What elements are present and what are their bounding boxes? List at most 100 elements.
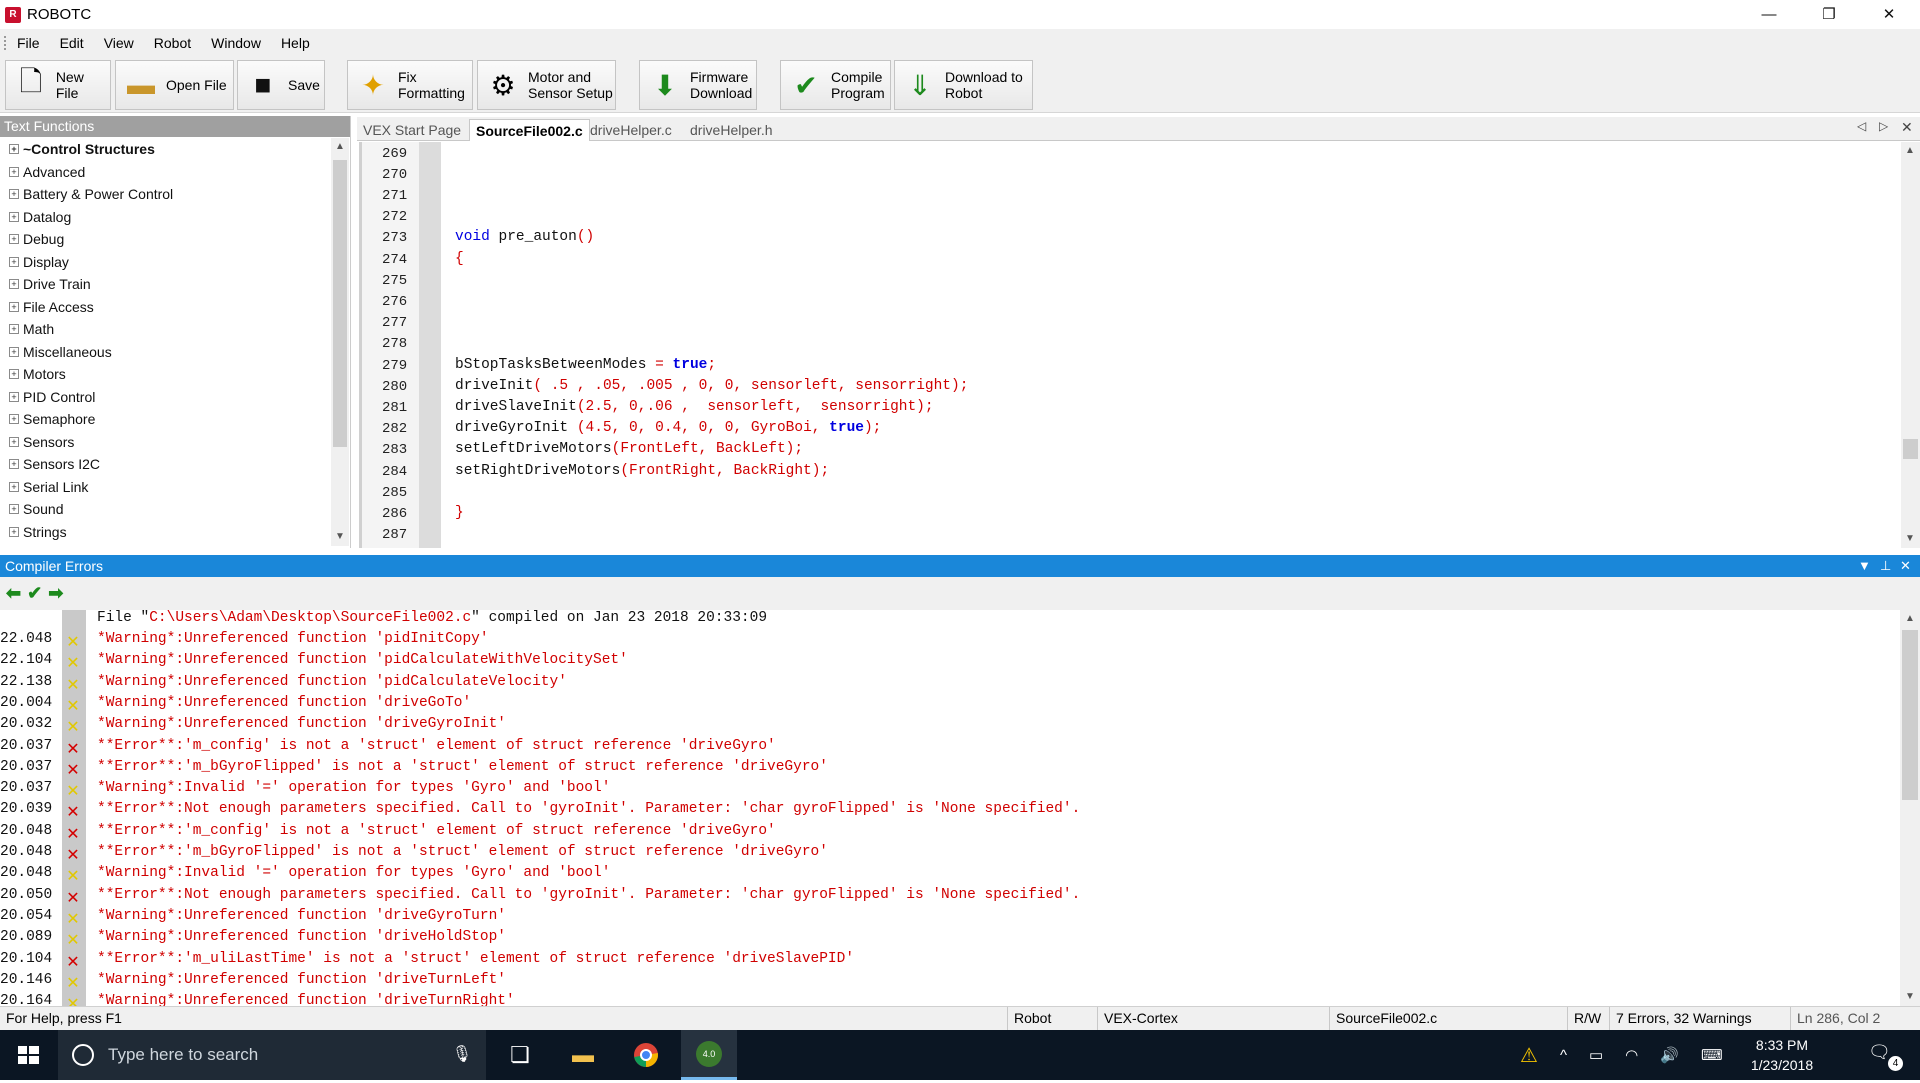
error-row[interactable]: 20.037 ✕ **Error**:'m_config' is not a 'st… [0, 738, 1900, 759]
expand-icon[interactable]: + [9, 414, 19, 425]
error-row[interactable]: 20.050 ✕ **Error**:Not enough parameters s… [0, 887, 1900, 908]
expand-icon[interactable]: + [9, 369, 19, 380]
warning-row[interactable]: 20.048 ✕ *Warning*:Invalid '=' operation f… [0, 865, 1900, 886]
expand-icon[interactable]: + [9, 436, 19, 447]
tab-vex-start-page[interactable]: VEX Start Page [357, 119, 467, 141]
menu-view[interactable]: View [94, 35, 144, 51]
scroll-thumb[interactable] [1902, 630, 1918, 800]
motor-sensor-setup-button[interactable]: ⚙ Motor and Sensor Setup [477, 60, 616, 110]
tree-item[interactable]: + Sensors [0, 431, 330, 454]
error-row[interactable]: 20.039 ✕ **Error**:Not enough parameters s… [0, 801, 1900, 822]
tree-item[interactable]: + Sensors I2C [0, 453, 330, 476]
scroll-down-icon[interactable]: ▼ [331, 528, 349, 546]
microphone-icon[interactable]: 🎙 [452, 1044, 472, 1064]
download-to-robot-button[interactable]: ⇓ Download to Robot [894, 60, 1033, 110]
error-row[interactable]: 20.037 ✕ **Error**:'m_bGyroFlipped' is not… [0, 759, 1900, 780]
wifi-icon[interactable]: ◠ [1625, 1046, 1638, 1064]
previous-error-icon[interactable]: ⬅ [6, 583, 21, 604]
robotc-taskbar-icon[interactable]: 4.0 [681, 1030, 737, 1080]
tree-item[interactable]: + Semaphore [0, 408, 330, 431]
warning-row[interactable]: 22.048 ✕ *Warning*:Unreferenced function '… [0, 631, 1900, 652]
tab-drivehelper-c[interactable]: driveHelper.c [584, 119, 678, 141]
tree-scrollbar[interactable]: ▲ ▼ [331, 138, 349, 546]
tree-item[interactable]: + Drive Train [0, 273, 330, 296]
expand-icon[interactable]: + [9, 279, 19, 290]
file-explorer-icon[interactable]: ▬ [555, 1030, 611, 1080]
compiler-errors-list[interactable]: File "C:\Users\Adam\Desktop\SourceFile00… [0, 610, 1920, 1006]
panel-close-icon[interactable]: ✕ [1900, 555, 1911, 577]
expand-icon[interactable]: + [9, 301, 19, 312]
expand-icon[interactable]: + [9, 234, 19, 245]
warning-row[interactable]: 22.138 ✕ *Warning*:Unreferenced function '… [0, 674, 1900, 695]
scroll-up-icon[interactable]: ▲ [1901, 142, 1919, 160]
panel-pin-icon[interactable]: ⊥ [1880, 555, 1891, 577]
warning-row[interactable]: 20.089 ✕ *Warning*:Unreferenced function '… [0, 929, 1900, 950]
new-file-button[interactable]: 🗋 New File [5, 60, 111, 110]
menu-window[interactable]: Window [201, 35, 271, 51]
expand-icon[interactable]: + [9, 166, 19, 177]
task-view-icon[interactable]: ❏ [492, 1030, 548, 1080]
firmware-download-button[interactable]: ⬇ Firmware Download [639, 60, 757, 110]
error-row[interactable]: 20.104 ✕ **Error**:'m_uliLastTime' is not … [0, 951, 1900, 972]
tree-item[interactable]: + Serial Link [0, 476, 330, 499]
expand-icon[interactable]: + [9, 144, 19, 155]
volume-icon[interactable]: 🔊 [1660, 1046, 1679, 1064]
menu-edit[interactable]: Edit [50, 35, 94, 51]
error-row[interactable]: 20.048 ✕ **Error**:'m_config' is not a 'st… [0, 823, 1900, 844]
warning-row[interactable]: 20.037 ✕ *Warning*:Invalid '=' operation f… [0, 780, 1900, 801]
warning-row[interactable]: 22.104 ✕ *Warning*:Unreferenced function '… [0, 652, 1900, 673]
expand-icon[interactable]: + [9, 256, 19, 267]
taskbar-search-box[interactable]: Type here to search 🎙 [58, 1030, 486, 1080]
tree-item[interactable]: + Sound [0, 498, 330, 521]
compile-program-button[interactable]: ✔ Compile Program [780, 60, 891, 110]
taskbar-clock[interactable]: 8:33 PM 1/23/2018 [1742, 1035, 1822, 1075]
scroll-down-icon[interactable]: ▼ [1901, 988, 1919, 1006]
tree-item[interactable]: + Miscellaneous [0, 341, 330, 364]
menu-file[interactable]: File [7, 35, 50, 51]
tab-drivehelper-h[interactable]: driveHelper.h [684, 119, 779, 141]
show-hidden-icons-icon[interactable]: ^ [1560, 1047, 1567, 1064]
keyboard-icon[interactable]: ⌨ [1701, 1046, 1723, 1064]
expand-icon[interactable]: + [9, 211, 19, 222]
expand-icon[interactable]: + [9, 346, 19, 357]
warning-row[interactable]: 20.054 ✕ *Warning*:Unreferenced function '… [0, 908, 1900, 929]
warning-row[interactable]: 20.146 ✕ *Warning*:Unreferenced function '… [0, 972, 1900, 993]
expand-icon[interactable]: + [9, 189, 19, 200]
scroll-thumb[interactable] [333, 160, 347, 447]
expand-icon[interactable]: + [9, 526, 19, 537]
warning-row[interactable]: 20.164 ✕ *Warning*:Unreferenced function '… [0, 993, 1900, 1006]
start-button[interactable] [0, 1030, 58, 1080]
fix-formatting-button[interactable]: ✦ Fix Formatting [347, 60, 473, 110]
warning-shield-icon[interactable]: ⚠ [1520, 1043, 1538, 1068]
menu-help[interactable]: Help [271, 35, 320, 51]
expand-icon[interactable]: + [9, 459, 19, 470]
expand-icon[interactable]: + [9, 504, 19, 515]
error-row[interactable]: 20.048 ✕ **Error**:'m_bGyroFlipped' is not… [0, 844, 1900, 865]
tree-item[interactable]: + Debug [0, 228, 330, 251]
expand-icon[interactable]: + [9, 481, 19, 492]
tree-item[interactable]: + Datalog [0, 206, 330, 229]
tree-item[interactable]: + Motors [0, 363, 330, 386]
compile-info-row[interactable]: File "C:\Users\Adam\Desktop\SourceFile00… [0, 610, 1900, 631]
next-error-icon[interactable]: ➡ [48, 583, 63, 604]
chrome-icon[interactable] [618, 1030, 674, 1080]
tree-item[interactable]: + Math [0, 318, 330, 341]
tree-item[interactable]: + Strings [0, 521, 330, 544]
errors-scrollbar[interactable]: ▲ ▼ [1900, 610, 1920, 1006]
warning-row[interactable]: 20.032 ✕ *Warning*:Unreferenced function '… [0, 716, 1900, 737]
menu-robot[interactable]: Robot [144, 35, 201, 51]
battery-icon[interactable]: ▭ [1589, 1046, 1603, 1064]
scroll-thumb[interactable] [1903, 439, 1918, 459]
check-icon[interactable]: ✔ [27, 583, 42, 604]
tab-next-icon[interactable]: ▷ [1879, 119, 1888, 133]
open-file-button[interactable]: ▬ Open File [115, 60, 234, 110]
scroll-up-icon[interactable]: ▲ [1901, 610, 1919, 628]
scroll-down-icon[interactable]: ▼ [1901, 530, 1919, 548]
expand-icon[interactable]: + [9, 324, 19, 335]
close-button[interactable]: ✕ [1866, 0, 1912, 29]
tab-close-icon[interactable]: ✕ [1901, 119, 1913, 136]
scroll-up-icon[interactable]: ▲ [331, 138, 349, 156]
tree-item[interactable]: + ~Control Structures [0, 138, 330, 161]
panel-dropdown-icon[interactable]: ▼ [1858, 555, 1871, 577]
tree-item[interactable]: + File Access [0, 296, 330, 319]
